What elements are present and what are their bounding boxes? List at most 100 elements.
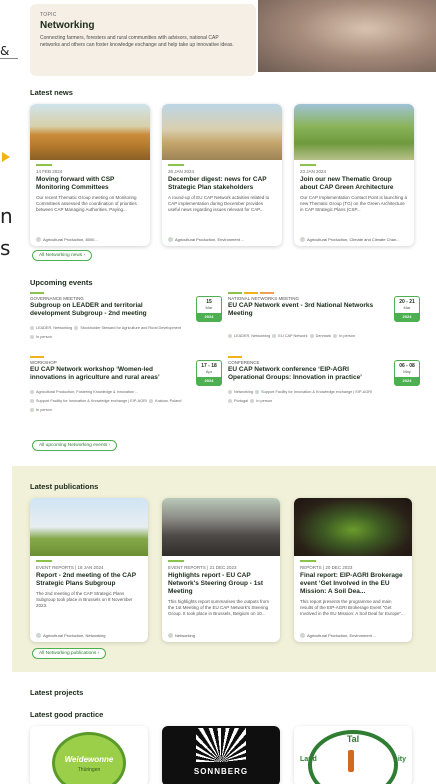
- event-tag: LEADER, Networking: [234, 334, 271, 338]
- publication-meta: EVENT REPORTS | 21 DEC 2023: [168, 565, 237, 570]
- publication-tag: Agricultural Production, Environment ...: [300, 633, 376, 638]
- section-title-latest-news: Latest news: [30, 88, 73, 97]
- tag-icon: [168, 237, 173, 242]
- tag-icon: [300, 633, 305, 638]
- event-tags: Networking Support Facility for Innovati…: [228, 388, 420, 406]
- publication-card[interactable]: EVENT REPORTS | 18 JAN 2024 Report - 2nd…: [30, 498, 148, 642]
- all-news-link-label: All Networking news: [39, 253, 83, 258]
- section-title-latest-projects: Latest projects: [30, 688, 84, 697]
- location-icon: [309, 334, 314, 338]
- news-title[interactable]: Moving forward with CSP Monitoring Commi…: [36, 176, 144, 192]
- publication-title[interactable]: Final report: EIP-AGRI Brokerage event ‘…: [300, 572, 406, 596]
- event-category: CONFERENCE: [228, 360, 260, 365]
- event-month: Mar: [403, 305, 411, 310]
- all-events-link[interactable]: All upcoming Networking events ›: [32, 440, 118, 451]
- publication-card[interactable]: REPORTS | 20 DEC 2023 Final report: EIP-…: [294, 498, 412, 642]
- event-date-badge: 15 Mar 2024: [196, 296, 222, 322]
- event-title[interactable]: EU CAP Network workshop ‘Women-led innov…: [30, 366, 180, 382]
- publication-image: [30, 498, 148, 556]
- accent-bar: [168, 560, 184, 562]
- publication-tag: Networking: [168, 633, 195, 638]
- format-icon: [30, 335, 34, 339]
- publication-title[interactable]: Highlights report - EU CAP Network's Ste…: [168, 572, 274, 596]
- event-tags: LEADER, Networking Stockholder Steward f…: [30, 324, 222, 342]
- topic-description: Connecting farmers, foresters and rural …: [40, 35, 234, 48]
- accent-bar: [168, 164, 184, 166]
- event-title[interactable]: EU CAP Network event - 3rd National Netw…: [228, 302, 378, 318]
- event-item[interactable]: GOVERNANCE MEETING Subgroup on LEADER an…: [30, 292, 222, 342]
- good-practice-card[interactable]: SONNBERG: [162, 726, 280, 784]
- good-practice-card[interactable]: Tal Land nity: [294, 726, 412, 784]
- hero-image: [258, 0, 436, 72]
- news-date: 23 JAN 2024: [300, 169, 327, 174]
- news-tag: Agricultural Production, Environment ...: [168, 237, 244, 242]
- publication-title[interactable]: Report - 2nd meeting of the CAP Strategi…: [36, 572, 142, 588]
- event-date-badge: 17 - 18 Apr 2024: [196, 360, 222, 386]
- edge-text-fragment: s: [0, 236, 11, 260]
- publication-tag-label: Agricultural Production, Environment ...: [307, 632, 377, 638]
- event-date-badge: 06 - 08 May 2024: [394, 360, 420, 386]
- all-publications-link[interactable]: All Networking publications ›: [32, 648, 107, 659]
- accent-bar: [36, 560, 52, 562]
- publication-card[interactable]: EVENT REPORTS | 21 DEC 2023 Highlights r…: [162, 498, 280, 642]
- all-news-link[interactable]: All Networking news ›: [32, 250, 93, 261]
- event-tag: Krakow, Poland: [155, 399, 182, 403]
- event-item[interactable]: NATIONAL NETWORKS MEETING EU CAP Network…: [228, 292, 420, 341]
- format-icon: [30, 408, 34, 412]
- news-title[interactable]: December digest: news for CAP Strategic …: [168, 176, 276, 192]
- event-tag: Networking: [234, 390, 253, 394]
- all-publications-link-label: All Networking publications: [39, 651, 97, 656]
- event-tags: Agricultural Production, Fostering Knowl…: [30, 388, 222, 415]
- section-title-latest-publications: Latest publications: [30, 482, 99, 491]
- event-tag: In person: [339, 334, 355, 338]
- news-description: Our recent Thematic Group meeting on Mon…: [36, 195, 137, 212]
- event-title[interactable]: Subgroup on LEADER and territorial devel…: [30, 302, 180, 318]
- logo-subtext: Thüringen: [77, 767, 101, 773]
- arrow-icon: [2, 152, 10, 162]
- section-title-latest-good-practice: Latest good practice: [30, 710, 104, 719]
- accent-bar: [36, 164, 52, 166]
- event-year: 2024: [395, 313, 419, 321]
- event-tag: Denmark: [315, 334, 332, 338]
- topic-label: TOPIC: [40, 12, 57, 18]
- page-title: Networking: [40, 20, 95, 31]
- location-icon: [228, 399, 232, 403]
- tag-icon: [30, 326, 34, 330]
- weidewonne-logo: Weidewonne Thüringen: [52, 732, 126, 784]
- event-category: NATIONAL NETWORKS MEETING: [228, 296, 300, 301]
- event-title[interactable]: EU CAP Network conference ‘EIP-AGRI Oper…: [228, 366, 378, 382]
- location-icon: [74, 326, 79, 330]
- news-card[interactable]: 14 FEB 2024 Moving forward with CSP Moni…: [30, 104, 150, 246]
- event-item[interactable]: CONFERENCE EU CAP Network conference ‘EI…: [228, 356, 420, 406]
- news-card[interactable]: 23 JAN 2024 Join our new Thematic Group …: [294, 104, 414, 246]
- category-bar: [244, 292, 258, 294]
- logo-side-text: Land: [300, 756, 317, 763]
- tag-icon: [228, 334, 232, 338]
- event-tag: In person: [36, 335, 52, 339]
- publication-description: This report presents the programme and m…: [300, 599, 405, 616]
- event-item[interactable]: WORKSHOP EU CAP Network workshop ‘Women-…: [30, 356, 222, 415]
- news-image: [294, 104, 414, 160]
- event-date-badge: 20 - 21 Mar 2024: [394, 296, 420, 322]
- good-practice-card[interactable]: Weidewonne Thüringen: [30, 726, 148, 784]
- shovel-icon: [348, 750, 354, 772]
- accent-bar: [300, 560, 316, 562]
- publication-image: [162, 498, 280, 556]
- organiser-icon: [272, 334, 277, 338]
- news-card[interactable]: 26 JAN 2024 December digest: news for CA…: [162, 104, 282, 246]
- publication-image: [294, 498, 412, 556]
- event-category: GOVERNANCE MEETING: [30, 296, 84, 301]
- news-tag-label: Agricultural Production, Climate and Cli…: [307, 236, 400, 242]
- news-title[interactable]: Join our new Thematic Group about CAP Gr…: [300, 176, 408, 192]
- tag-icon: [36, 237, 41, 242]
- tag-icon: [300, 237, 305, 242]
- topic-hero: TOPIC Networking Connecting farmers, for…: [28, 0, 436, 82]
- publication-description: The 2nd meeting of the CAP Strategic Pla…: [36, 591, 133, 608]
- logo-text: Tal: [346, 734, 360, 744]
- section-title-upcoming-events: Upcoming events: [30, 278, 93, 287]
- publication-tag-label: Networking: [175, 632, 196, 638]
- news-tag-label: Agricultural Production, 8000...: [43, 236, 98, 242]
- event-month: Apr: [205, 369, 213, 374]
- tag-icon: [36, 633, 41, 638]
- news-image: [162, 104, 282, 160]
